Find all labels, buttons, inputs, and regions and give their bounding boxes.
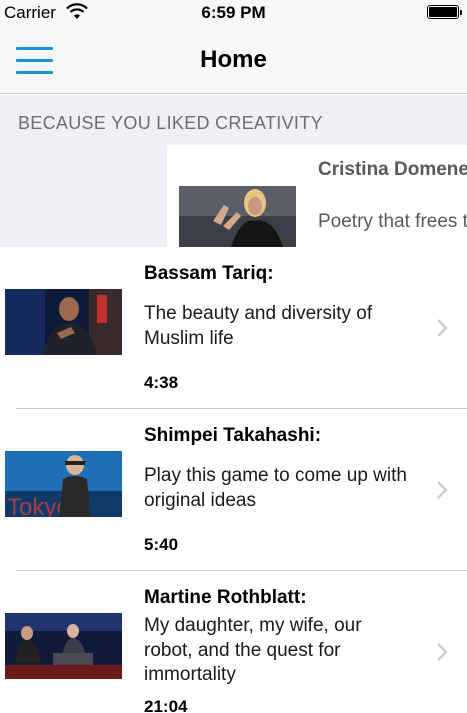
chevron-right-icon: [437, 481, 448, 499]
status-time: 6:59 PM: [201, 3, 266, 22]
recommendation-section: BECAUSE YOU LIKED CREATIVITY Cristina Do…: [0, 95, 467, 247]
talk-speaker: Bassam Tariq:: [144, 263, 274, 284]
talk-speaker: Shimpei Takahashi:: [144, 425, 322, 446]
talk-list: Bassam Tariq: The beauty and diversity o…: [0, 247, 467, 713]
battery-icon: [427, 5, 462, 19]
chevron-right-icon: [437, 643, 448, 661]
talk-speaker: Martine Rothblatt:: [144, 587, 307, 608]
screen: Carrier 6:59 PM Home BECAUSE YOU LIKED C…: [0, 0, 467, 713]
featured-speaker: Cristina Domenech:: [318, 159, 467, 180]
talk-row[interactable]: Bassam Tariq: The beauty and diversity o…: [0, 247, 467, 409]
talk-title: Play this game to come up with original …: [144, 465, 407, 511]
featured-talk-card[interactable]: Cristina Domenech: Poetry that frees the…: [167, 145, 467, 247]
talk-thumbnail: [5, 613, 122, 679]
talk-row[interactable]: Martine Rothblatt: My daughter, my wife,…: [0, 571, 467, 713]
talk-title: The beauty and diversity of Muslim life: [144, 303, 373, 349]
talk-thumbnail: [5, 289, 122, 355]
chevron-right-icon: [437, 319, 448, 337]
talk-row[interactable]: Tokyo Shimpei Takahashi: Play this game …: [0, 409, 467, 571]
talk-title: My daughter, my wife, our robot, and the…: [144, 615, 362, 685]
talk-duration: 5:40: [144, 535, 179, 554]
featured-talk-thumbnail: [179, 186, 296, 247]
page-title: Home: [200, 46, 267, 73]
section-title: BECAUSE YOU LIKED CREATIVITY: [18, 113, 323, 133]
navigation-bar: Home: [0, 26, 467, 94]
talk-duration: 4:38: [144, 373, 179, 392]
talk-thumbnail: Tokyo: [5, 451, 122, 517]
featured-title: Poetry that frees the soul: [318, 211, 467, 232]
talk-duration: 21:04: [144, 697, 188, 713]
status-bar: Carrier 6:59 PM: [0, 0, 467, 26]
